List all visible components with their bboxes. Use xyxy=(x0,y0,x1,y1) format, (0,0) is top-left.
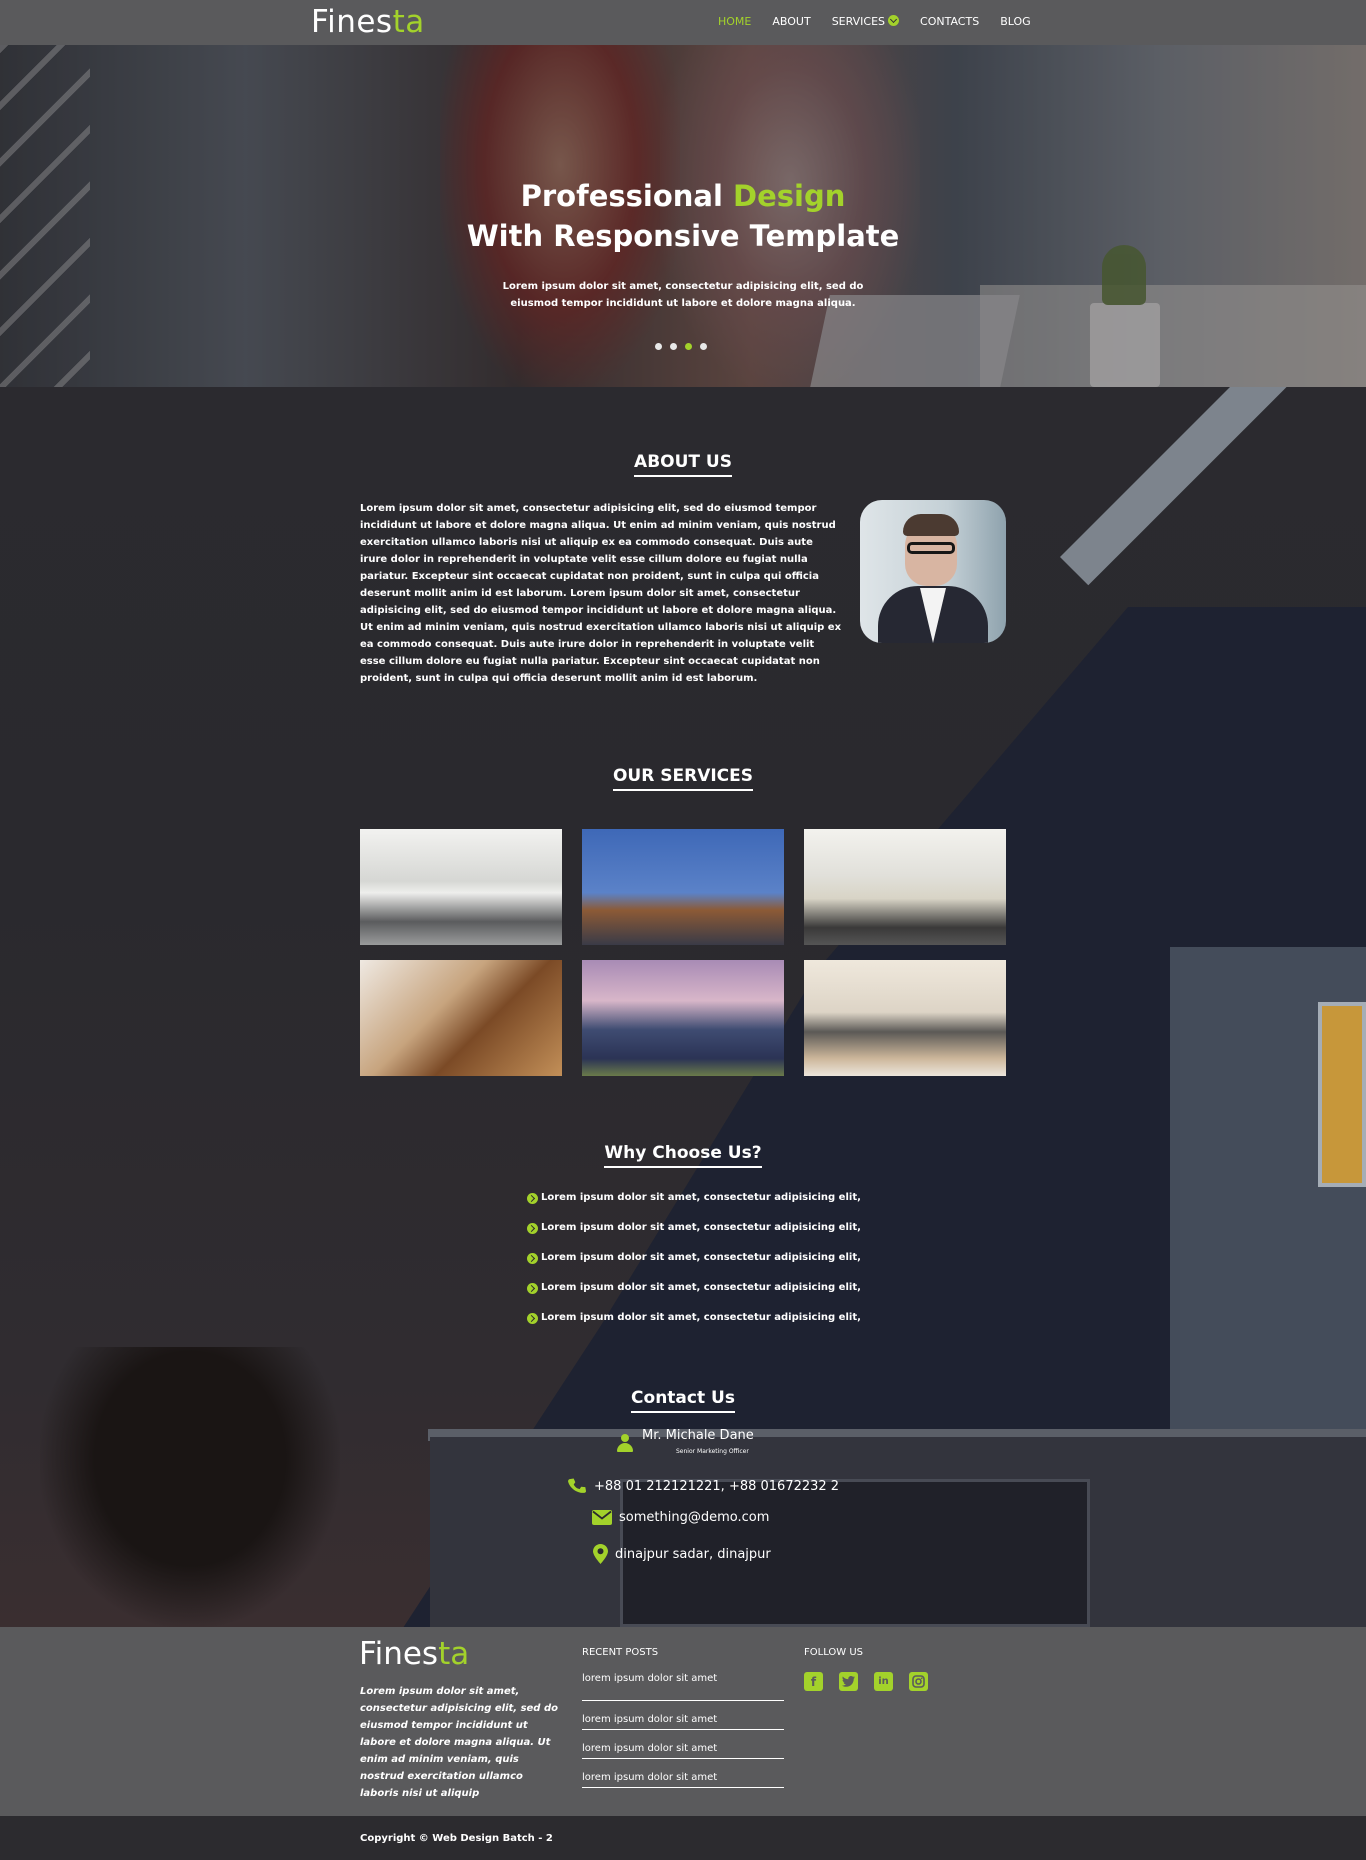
slider-dot-1[interactable] xyxy=(655,343,662,350)
why-item: Lorem ipsum dolor sit amet, consectetur … xyxy=(527,1252,927,1282)
why-item: Lorem ipsum dolor sit amet, consectetur … xyxy=(527,1312,927,1342)
hero-subtitle: Lorem ipsum dolor sit amet, consectetur … xyxy=(502,281,864,309)
recent-posts-list: lorem ipsum dolor sit amet lorem ipsum d… xyxy=(582,1672,784,1788)
main-menu: HOME ABOUT SERVICES CONTACTS BLOG xyxy=(718,15,1052,28)
contact-role: Senior Marketing Officer xyxy=(676,1448,749,1455)
recent-post-link[interactable]: lorem ipsum dolor sit amet xyxy=(582,1759,784,1788)
footer-logo[interactable]: Finesta xyxy=(359,1636,469,1672)
service-image-house[interactable] xyxy=(582,960,784,1076)
service-image-living-room[interactable] xyxy=(804,829,1006,945)
site-logo[interactable]: Finesta xyxy=(311,4,425,40)
why-item: Lorem ipsum dolor sit amet, consectetur … xyxy=(527,1282,927,1312)
arrow-circle-icon xyxy=(527,1313,538,1324)
nav-about[interactable]: ABOUT xyxy=(772,15,810,28)
contact-email[interactable]: something@demo.com xyxy=(592,1510,769,1525)
person-icon xyxy=(617,1434,633,1452)
nav-services[interactable]: SERVICES xyxy=(831,15,900,28)
services-title: OUR SERVICES xyxy=(0,766,1366,791)
footer-description: Lorem ipsum dolor sit amet, consectetur … xyxy=(360,1686,558,1799)
recent-post-link[interactable]: lorem ipsum dolor sit amet xyxy=(582,1701,784,1730)
slider-dot-2[interactable] xyxy=(670,343,677,350)
instagram-icon[interactable] xyxy=(909,1672,928,1691)
envelope-icon xyxy=(592,1510,612,1525)
slider-dot-4[interactable] xyxy=(700,343,707,350)
copyright-bar: Copyright © Web Design Batch - 2 xyxy=(0,1816,1366,1860)
contact-title: Contact Us xyxy=(0,1388,1366,1413)
contact-location[interactable]: dinajpur sadar, dinajpur xyxy=(593,1544,771,1564)
contact-phone[interactable]: +88 01 212121221, +88 01672232 2 xyxy=(567,1476,839,1496)
chevron-down-icon xyxy=(888,15,900,26)
arrow-circle-icon xyxy=(527,1283,538,1294)
arrow-circle-icon xyxy=(527,1223,538,1234)
follow-us-title: FOLLOW US xyxy=(804,1647,864,1658)
why-title: Why Choose Us? xyxy=(0,1143,1366,1168)
about-portrait xyxy=(860,500,1006,643)
slider-dots xyxy=(655,343,707,350)
about-text: Lorem ipsum dolor sit amet, consectetur … xyxy=(360,503,842,684)
hero-slider: Professional Design With Responsive Temp… xyxy=(0,45,1366,387)
nav-contacts[interactable]: CONTACTS xyxy=(920,15,979,28)
why-list: Lorem ipsum dolor sit amet, consectetur … xyxy=(527,1192,927,1342)
arrow-circle-icon xyxy=(527,1193,538,1204)
linkedin-icon[interactable]: in xyxy=(874,1672,893,1691)
copyright-text: Copyright © Web Design Batch - 2 xyxy=(360,1833,553,1844)
twitter-icon[interactable] xyxy=(839,1672,858,1691)
hero-title-line1: Professional Design xyxy=(520,179,846,213)
social-links: f in xyxy=(804,1672,928,1691)
recent-posts-title: RECENT POSTS xyxy=(582,1647,659,1658)
why-item: Lorem ipsum dolor sit amet, consectetur … xyxy=(527,1192,927,1222)
phone-icon xyxy=(567,1476,587,1496)
arrow-circle-icon xyxy=(527,1253,538,1264)
about-title: ABOUT US xyxy=(0,452,1366,477)
recent-post-link[interactable]: lorem ipsum dolor sit amet xyxy=(582,1672,784,1701)
footer: Finesta Lorem ipsum dolor sit amet, cons… xyxy=(0,1627,1366,1816)
hero-title-line2: With Responsive Template xyxy=(466,219,900,253)
service-image-kitchen[interactable] xyxy=(360,829,562,945)
service-image-lounge[interactable] xyxy=(804,960,1006,1076)
nav-home[interactable]: HOME xyxy=(718,15,751,28)
recent-post-link[interactable]: lorem ipsum dolor sit amet xyxy=(582,1730,784,1759)
map-pin-icon xyxy=(593,1544,608,1564)
services-grid xyxy=(360,829,1006,1076)
service-image-staircase[interactable] xyxy=(360,960,562,1076)
why-item: Lorem ipsum dolor sit amet, consectetur … xyxy=(527,1222,927,1252)
main-content: ABOUT US Lorem ipsum dolor sit amet, con… xyxy=(0,387,1366,1627)
nav-blog[interactable]: BLOG xyxy=(1000,15,1030,28)
nav-services-label: SERVICES xyxy=(831,15,886,28)
service-image-office[interactable] xyxy=(582,829,784,945)
facebook-icon[interactable]: f xyxy=(804,1672,823,1691)
slider-dot-3[interactable] xyxy=(685,343,692,350)
navbar: Finesta HOME ABOUT SERVICES CONTACTS BLO… xyxy=(0,0,1366,45)
contact-name: Mr. Michale Dane xyxy=(642,1428,754,1443)
